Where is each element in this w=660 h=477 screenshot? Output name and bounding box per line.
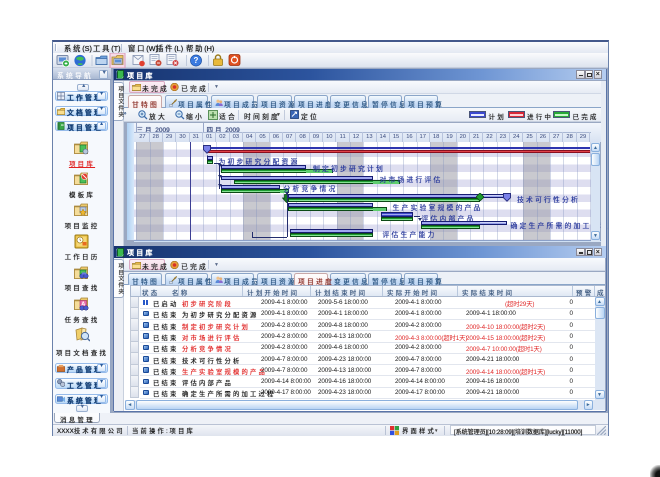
svg-text:?: ? — [194, 56, 199, 65]
